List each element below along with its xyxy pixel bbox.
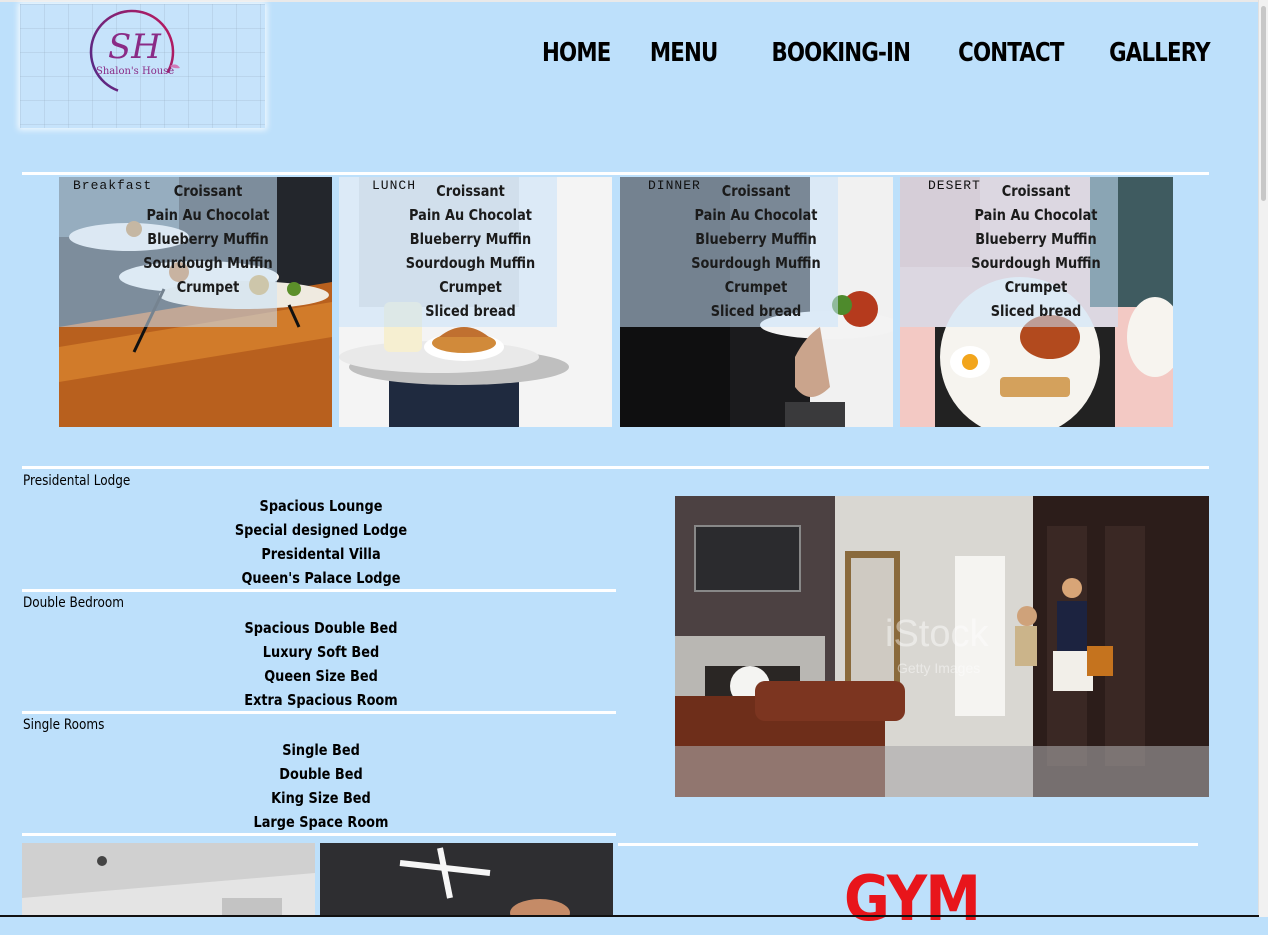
room-feature: Spacious Lounge	[259, 497, 383, 515]
menu-item: Croissant	[173, 182, 243, 200]
menu-item: Sliced bread	[710, 302, 802, 320]
room-section-title: Double Bedroom	[23, 595, 124, 611]
menu-items-desert: Croissant Pain Au Chocolat Blueberry Muf…	[900, 179, 1172, 323]
menu-item: Crumpet	[176, 278, 240, 296]
menu-item: Sourdough Muffin	[971, 254, 1101, 272]
menu-item: Crumpet	[439, 278, 502, 296]
menu-item: Sourdough Muffin	[405, 254, 536, 272]
watermark-sub: Getty Images	[897, 660, 980, 676]
browser-top-edge	[0, 0, 1268, 2]
menu-item: Blueberry Muffin	[695, 230, 817, 248]
room-feature: Luxury Soft Bed	[262, 643, 380, 661]
logo-emblem: SH Shalon's House	[89, 9, 180, 95]
room-feature: Double Bed	[279, 765, 363, 783]
room-list-single: Single Bed Double Bed King Size Bed Larg…	[22, 738, 620, 834]
menu-item: Sliced bread	[990, 302, 1082, 320]
divider	[22, 466, 1209, 469]
room-feature: Large Space Room	[253, 813, 389, 831]
gym-photo-1[interactable]	[22, 843, 315, 917]
menu-item: Sourdough Muffin	[691, 254, 821, 272]
menu-item: Crumpet	[1004, 278, 1068, 296]
room-feature: Presidental Villa	[261, 545, 381, 563]
scrollbar-thumb[interactable]	[1261, 6, 1266, 201]
menu-item: Blueberry Muffin	[147, 230, 269, 248]
nav-booking-in[interactable]: BOOKING-IN	[772, 34, 912, 72]
menu-card-lunch[interactable]: LUNCH Croissant Pain Au Chocolat Blueber…	[339, 177, 612, 427]
room-feature: King Size Bed	[271, 789, 371, 807]
menu-item: Croissant	[436, 182, 505, 200]
watermark: iStock	[885, 613, 989, 655]
menu-item: Pain Au Chocolat	[694, 206, 818, 224]
room-feature: Spacious Double Bed	[244, 619, 398, 637]
scrollbar[interactable]	[1258, 0, 1268, 917]
room-photo[interactable]: iStock Getty Images	[675, 496, 1209, 797]
divider	[22, 711, 616, 714]
menu-item: Sourdough Muffin	[143, 254, 273, 272]
gym-title: GYM	[844, 862, 981, 935]
room-section-title: Single Rooms	[23, 717, 105, 733]
menu-card-dinner[interactable]: DINNER Croissant Pain Au Chocolat Bluebe…	[620, 177, 893, 427]
room-feature: Single Bed	[282, 741, 360, 759]
menu-item: Blueberry Muffin	[975, 230, 1097, 248]
menu-card-desert[interactable]: DESERT Croissant Pain Au Chocolat Bluebe…	[900, 177, 1173, 427]
room-list-double: Spacious Double Bed Luxury Soft Bed Quee…	[22, 616, 620, 712]
nav-gallery[interactable]: GALLERY	[1109, 34, 1211, 72]
divider	[22, 589, 616, 592]
menu-item: Croissant	[721, 182, 791, 200]
divider	[22, 172, 1209, 175]
menu-item: Pain Au Chocolat	[409, 206, 532, 224]
divider	[22, 833, 616, 836]
menu-item: Croissant	[1001, 182, 1071, 200]
site-logo[interactable]: SH Shalon's House	[20, 4, 265, 128]
room-list-presidental: Spacious Lounge Special designed Lodge P…	[22, 494, 620, 590]
nav-home[interactable]: HOME	[542, 34, 611, 72]
room-feature: Queen's Palace Lodge	[241, 569, 401, 587]
nav-contact[interactable]: CONTACT	[958, 34, 1064, 72]
menu-items-breakfast: Croissant Pain Au Chocolat Blueberry Muf…	[59, 179, 332, 299]
menu-items-lunch: Croissant Pain Au Chocolat Blueberry Muf…	[339, 179, 602, 323]
gym-photo-2[interactable]	[320, 843, 613, 917]
main-nav: HOME MENU BOOKING-IN CONTACT GALLERY	[527, 34, 1210, 72]
room-section-title: Presidental Lodge	[23, 473, 131, 489]
room-feature: Queen Size Bed	[264, 667, 378, 685]
menu-item: Pain Au Chocolat	[146, 206, 270, 224]
logo-initials: SH	[108, 27, 162, 67]
menu-item: Sliced bread	[425, 302, 516, 320]
menu-item: Pain Au Chocolat	[974, 206, 1098, 224]
menu-item: Crumpet	[724, 278, 788, 296]
nav-menu[interactable]: MENU	[650, 34, 718, 72]
room-feature: Special designed Lodge	[234, 521, 408, 539]
menu-card-breakfast[interactable]: Breakfast Croissant Pain Au Chocolat Blu…	[59, 177, 332, 427]
room-feature: Extra Spacious Room	[244, 691, 398, 709]
menu-items-dinner: Croissant Pain Au Chocolat Blueberry Muf…	[620, 179, 892, 323]
logo-name: Shalon's House	[96, 66, 174, 77]
menu-item: Blueberry Muffin	[409, 230, 532, 248]
divider	[618, 843, 1198, 846]
